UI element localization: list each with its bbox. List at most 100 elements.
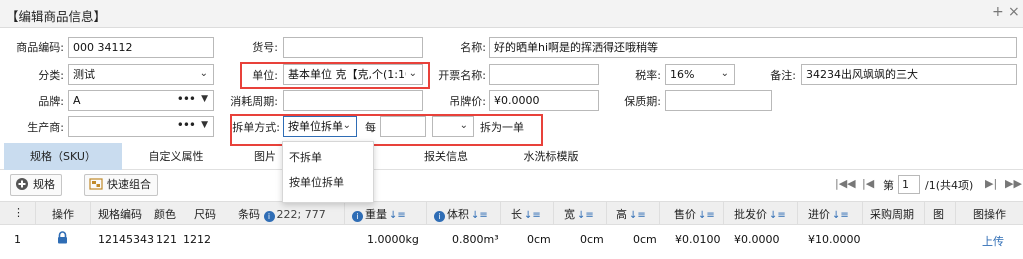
name-label: 名称: <box>460 41 486 54</box>
column-divider <box>924 201 925 225</box>
column-divider <box>955 201 956 225</box>
sort-icon: ↓≡ <box>389 210 406 221</box>
column-divider <box>344 201 345 225</box>
first-page-icon[interactable]: |◀◀ <box>835 177 856 190</box>
cell-weight: 1.0000kg <box>367 233 419 246</box>
col-volume[interactable]: i 体积 ↓≡ <box>434 206 488 222</box>
more-icon[interactable]: ••• <box>177 117 196 135</box>
col-size: 尺码 <box>194 208 216 221</box>
remark-label: 备注: <box>770 69 796 82</box>
product-name-input[interactable]: 好的晒单hi啊是的挥洒得还哦稍等 <box>489 37 1017 58</box>
col-weight[interactable]: i 重量 ↓≡ <box>352 206 406 222</box>
sort-icon: ↓≡ <box>577 210 594 221</box>
sort-icon: ↓≡ <box>769 210 786 221</box>
brand-select[interactable]: A ••• ▼ <box>68 90 214 111</box>
maker-label: 生产商: <box>27 121 64 134</box>
tax-label: 税率: <box>635 69 661 82</box>
col-width[interactable]: 宽 ↓≡ <box>564 206 594 222</box>
lock-icon[interactable] <box>57 231 68 247</box>
column-divider <box>90 201 91 225</box>
close-icon[interactable]: × <box>1008 4 1020 20</box>
col-purchase[interactable]: 进价 ↓≡ <box>808 206 849 222</box>
cell-wholesale: ¥0.0000 <box>734 233 780 246</box>
maker-select[interactable]: ••• ▼ <box>68 116 214 137</box>
sku-no-input[interactable] <box>283 37 423 58</box>
split-method-dropdown: 不拆单 按单位拆单 <box>282 141 374 203</box>
info-icon[interactable]: i <box>263 211 275 222</box>
tag-price-label: 吊牌价: <box>449 95 486 108</box>
category-label: 分类: <box>38 69 64 82</box>
sku-no-label: 货号: <box>252 41 278 54</box>
row-index: 1 <box>14 233 21 246</box>
col-operation: 操作 <box>52 208 74 221</box>
column-divider <box>659 201 660 225</box>
col-color: 颜色 <box>154 208 176 221</box>
last-page-icon[interactable]: ▶▶| <box>1005 177 1023 190</box>
unit-highlight-box <box>240 62 430 89</box>
col-price[interactable]: 售价 ↓≡ <box>674 206 715 222</box>
sort-icon: ↓≡ <box>524 210 541 221</box>
upload-link[interactable]: 上传 <box>982 233 1004 249</box>
info-icon: i <box>352 211 363 222</box>
caret-down-icon: ▼ <box>201 94 208 104</box>
cell-size: 1212 <box>183 233 211 246</box>
category-select[interactable]: 测试 ⌄ <box>68 64 214 85</box>
col-wholesale[interactable]: 批发价 ↓≡ <box>734 206 786 222</box>
column-divider <box>606 201 607 225</box>
col-spec-code: 规格编码 <box>98 208 142 221</box>
column-divider <box>797 201 798 225</box>
sort-icon: ↓≡ <box>832 210 849 221</box>
consume-cycle-input[interactable] <box>283 90 423 111</box>
drag-handle-icon: ⋮ <box>13 206 24 219</box>
sort-icon: ↓≡ <box>629 210 646 221</box>
chevron-down-icon: ⌄ <box>720 68 729 79</box>
tab-custom-attributes[interactable]: 自定义属性 <box>130 143 222 170</box>
shelf-life-label: 保质期: <box>624 95 661 108</box>
code-label: 商品编码: <box>16 41 64 54</box>
page-total: /1(共4项) <box>925 179 974 192</box>
column-divider <box>500 201 501 225</box>
tab-customs-info[interactable]: 报关信息 <box>406 143 486 170</box>
sort-icon: ↓≡ <box>698 210 715 221</box>
next-page-icon[interactable]: ▶| <box>985 177 997 190</box>
quick-combo-button[interactable]: 快速组合 <box>84 174 158 196</box>
remark-input[interactable]: 34234出风飒飒的三大 <box>801 64 1017 85</box>
tab-wash-label-template[interactable]: 水洗标模版 <box>505 143 597 170</box>
product-code-input[interactable]: 000 34112 <box>68 37 214 58</box>
more-icon[interactable]: ••• <box>177 91 196 109</box>
add-spec-button[interactable]: 规格 <box>10 174 62 196</box>
plus-icon[interactable]: + <box>992 4 1004 20</box>
dropdown-option-split-by-unit[interactable]: 按单位拆单 <box>289 174 344 190</box>
col-barcode: 条码 i 222; 777 <box>238 208 326 222</box>
info-icon: i <box>434 211 445 222</box>
cell-color: 121 <box>156 233 177 246</box>
tag-price-input[interactable]: ¥0.0000 <box>489 90 599 111</box>
caret-down-icon: ▼ <box>201 120 208 130</box>
column-divider <box>862 201 863 225</box>
page-number-input[interactable]: 1 <box>898 175 920 194</box>
plus-circle-icon <box>15 177 29 191</box>
column-divider <box>35 201 36 225</box>
prev-page-icon[interactable]: |◀ <box>862 177 874 190</box>
tax-rate-select[interactable]: 16% ⌄ <box>665 64 735 85</box>
column-divider <box>723 201 724 225</box>
shelf-life-input[interactable] <box>665 90 772 111</box>
col-height[interactable]: 高 ↓≡ <box>616 206 646 222</box>
col-purchase-cycle: 采购周期 <box>870 208 914 221</box>
col-image-op: 图操作 <box>973 208 1006 221</box>
chevron-down-icon: ⌄ <box>199 68 208 79</box>
cell-height: 0cm <box>633 233 657 246</box>
invoice-name-input[interactable] <box>489 64 599 85</box>
dropdown-option-no-split[interactable]: 不拆单 <box>289 149 322 165</box>
table-row[interactable]: 1 12145343 121 1212 1.0000kg 0.800m³ 0cm… <box>0 226 1023 254</box>
col-length[interactable]: 长 ↓≡ <box>511 206 541 222</box>
cell-width: 0cm <box>580 233 604 246</box>
cell-volume: 0.800m³ <box>452 233 499 246</box>
cell-spec-code: 12145343 <box>98 233 154 246</box>
tab-sku[interactable]: 规格（SKU） <box>4 143 122 170</box>
cell-purchase: ¥10.0000 <box>808 233 861 246</box>
dialog-title: 【编辑商品信息】 <box>6 9 107 24</box>
brand-label: 品牌: <box>38 95 64 108</box>
cell-length: 0cm <box>527 233 551 246</box>
cell-price: ¥0.0100 <box>675 233 721 246</box>
